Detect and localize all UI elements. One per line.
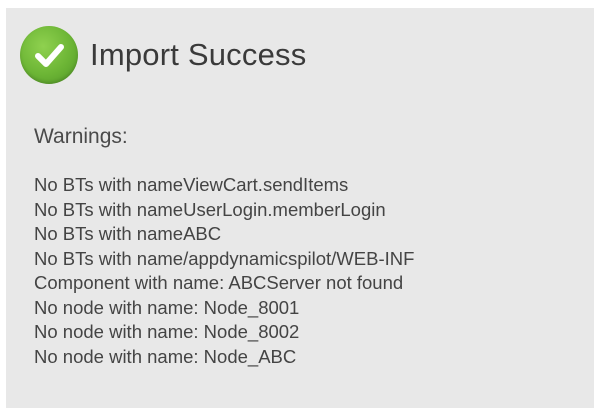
- warning-item: No BTs with nameUserLogin.memberLogin: [34, 198, 386, 220]
- warnings-heading: Warnings:: [34, 125, 128, 148]
- warning-item: No node with name: Node_ABC: [34, 345, 297, 367]
- import-status-title: Import Success: [90, 37, 307, 72]
- warning-item: No node with name: Node_8001: [34, 296, 300, 318]
- warning-item: No BTs with nameABC: [34, 223, 222, 244]
- import-status-header: Import Success: [20, 26, 306, 84]
- warnings-list: No BTs with nameViewCart.sendItems No BT…: [34, 173, 414, 369]
- check-circle-icon: [20, 26, 78, 84]
- warning-item: Component with name: ABCServer not found: [34, 272, 404, 293]
- warning-item: No BTs with name/appdynamicspilot/WEB-IN…: [34, 247, 415, 269]
- warning-item: No BTs with nameViewCart.sendItems: [34, 174, 349, 195]
- warning-item: No node with name: Node_8002: [34, 321, 300, 342]
- import-result-panel: Import Success Warnings: No BTs with nam…: [6, 8, 594, 408]
